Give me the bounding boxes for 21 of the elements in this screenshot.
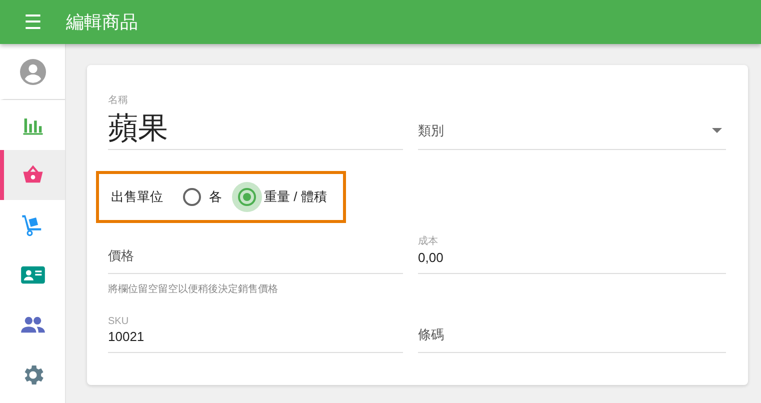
helper-text: 將欄位留空留空以便稍後決定銷售價格 [108,282,279,296]
sku-field[interactable]: SKU 10021 [108,310,403,353]
field-value: 10021 [108,329,146,346]
sidebar-item[interactable] [0,150,65,200]
barcode-field[interactable]: 條碼 [418,310,726,353]
category-select[interactable]: 類別 [418,113,726,150]
price-field[interactable]: 價格 [108,231,403,274]
radio-option[interactable]: 各 [177,182,222,212]
field-label: 名稱 [108,94,129,107]
radio-button[interactable] [232,182,262,212]
avatar-icon [20,58,46,84]
radio-option[interactable]: 重量 / 體積 [232,182,327,212]
cost-field[interactable]: 成本 0,00 [418,231,726,274]
name-field[interactable]: 名稱 蘋果 [108,85,403,150]
field-label: 成本 [418,234,439,248]
page-title: 編輯商品 [66,11,138,34]
field-value: 0,00 [418,250,444,267]
field-label: SKU [108,316,130,327]
field-value: 蘋果 [108,111,169,147]
dropdown-arrow-icon [712,128,722,134]
radio-group-label: 出售單位 [111,188,163,206]
